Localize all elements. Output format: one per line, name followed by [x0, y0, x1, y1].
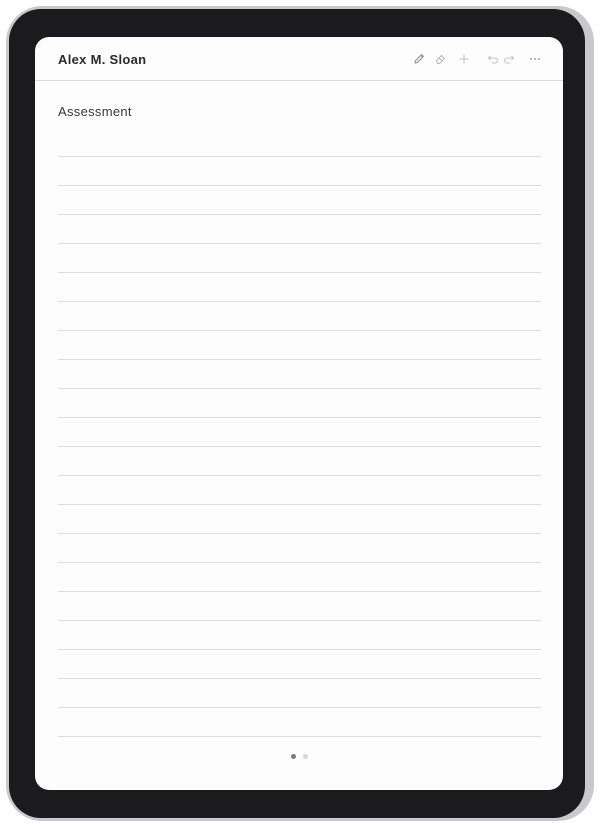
- ruled-line: [58, 707, 541, 708]
- ruled-line: [58, 330, 541, 331]
- ruled-line: [58, 475, 541, 476]
- ruled-writing-area[interactable]: [58, 37, 541, 790]
- page-dot[interactable]: [302, 754, 308, 759]
- ruled-line: [58, 359, 541, 360]
- page-dot[interactable]: [290, 754, 296, 759]
- ruled-line: [58, 562, 541, 563]
- ruled-line: [58, 156, 541, 157]
- ruled-line: [58, 243, 541, 244]
- ruled-line: [58, 504, 541, 505]
- ruled-line: [58, 272, 541, 273]
- notebook-screen: Alex M. Sloan Assessment: [35, 37, 563, 790]
- ruled-line: [58, 214, 541, 215]
- ruled-line: [58, 649, 541, 650]
- ruled-line: [58, 301, 541, 302]
- ruled-line: [58, 417, 541, 418]
- ruled-line: [58, 736, 541, 737]
- page-indicator: [35, 754, 563, 762]
- ruled-line: [58, 388, 541, 389]
- ruled-line: [58, 185, 541, 186]
- ruled-line: [58, 591, 541, 592]
- ruled-line: [58, 533, 541, 534]
- ruled-line: [58, 446, 541, 447]
- ruled-line: [58, 678, 541, 679]
- ruled-line: [58, 620, 541, 621]
